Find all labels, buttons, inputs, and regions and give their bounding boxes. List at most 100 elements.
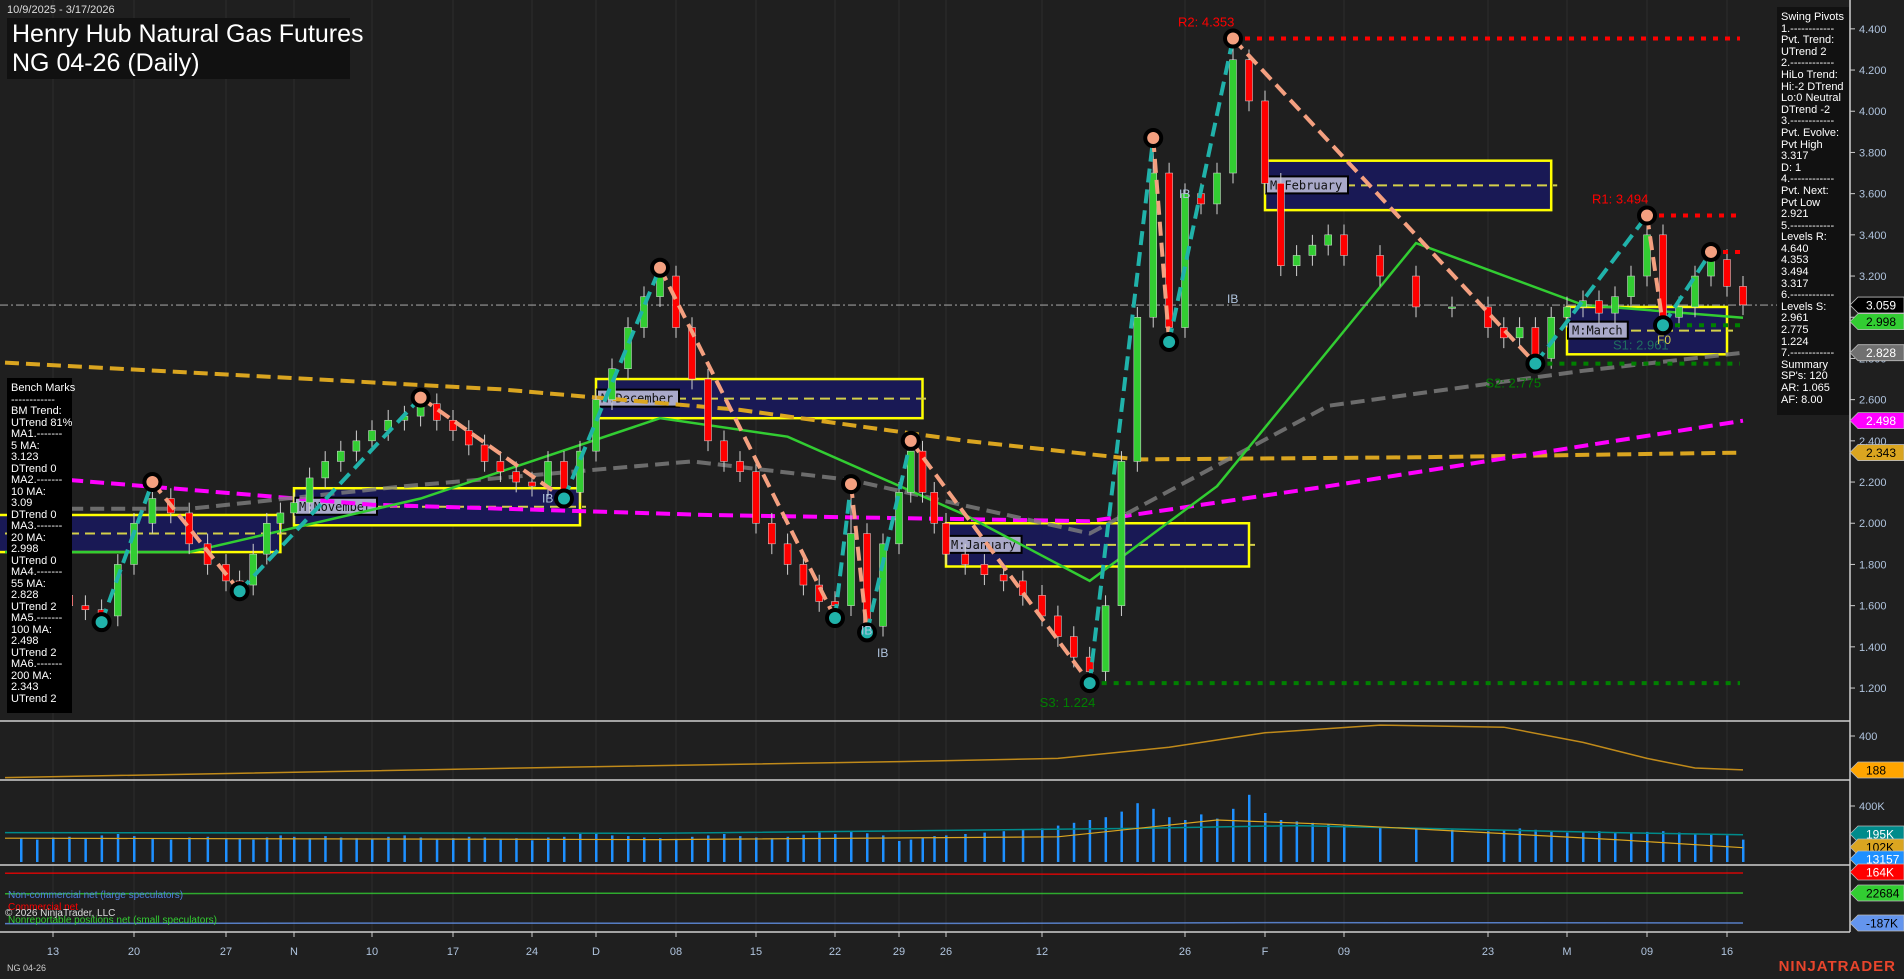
price-chart[interactable]: 13 20 27 N 10 17 24 D 08 15 22 29 26 12 26 F 09 23 M 09 16 1.… [0, 0, 1904, 979]
x-tick-label: 10 [366, 946, 378, 958]
volume-bar [206, 836, 210, 862]
annotation-label: IB [861, 623, 872, 637]
ma-value-tag: 2.828 [1849, 344, 1904, 362]
annotation-label: IB [1227, 292, 1238, 306]
volume-bar [1726, 835, 1729, 862]
bench-marks-line: 2.498 [11, 635, 39, 647]
y-tick-label: 1.400 [1859, 642, 1887, 654]
candle-body [368, 430, 376, 442]
candle-body [528, 481, 536, 487]
candle-body [1070, 636, 1078, 658]
volume-bar [1041, 828, 1044, 862]
x-tick-label: D [592, 946, 600, 958]
y-tick-label: 1.800 [1859, 559, 1887, 571]
candle-body [999, 574, 1008, 582]
x-tick-label: F [1262, 946, 1269, 958]
bench-marks-line: MA6.------- [11, 658, 63, 670]
candle-body [81, 605, 90, 611]
ma-value-tag-text: 2.828 [1866, 346, 1896, 360]
volume-bar [1614, 832, 1617, 862]
x-tick-label: 13 [47, 946, 59, 958]
volume-tick-label: 400K [1859, 801, 1885, 813]
zone-label-text: M:March [1572, 324, 1623, 338]
volume-bar [850, 831, 853, 862]
bench-marks-line: MA1.------- [11, 428, 63, 440]
cot-value-tag-text: 164K [1866, 866, 1894, 880]
oscillator-value-tag: 188 [1849, 761, 1904, 779]
candle-body [249, 553, 257, 586]
volume-bar [1451, 829, 1454, 862]
candle-body [1133, 316, 1142, 462]
cot-line [4, 892, 1744, 895]
volume-bar [770, 838, 774, 862]
volume-bar [675, 838, 678, 862]
volume-bar [483, 837, 487, 862]
x-tick-label: M [1562, 946, 1571, 958]
swing-pivots-line: Pvt. Next: [1781, 184, 1829, 197]
candle-body [930, 492, 938, 524]
volume-bar [1056, 825, 1060, 862]
volume-bar [36, 839, 39, 862]
volume-bar [1662, 831, 1665, 862]
cot-value-tag: 164K [1849, 863, 1904, 881]
ma-value-tag-text: 2.343 [1866, 446, 1896, 460]
cot-value-tag: -187K [1849, 914, 1904, 932]
candle-body [1376, 255, 1384, 277]
swing-pivots-line: 3.317 [1781, 150, 1809, 163]
candle-body [1739, 286, 1747, 306]
candle-body [1723, 259, 1731, 287]
volume-bar [1295, 821, 1299, 862]
candle-body [942, 522, 950, 555]
volume-bar [1502, 829, 1506, 862]
y-tick-label: 3.600 [1859, 189, 1887, 201]
candle-body [130, 522, 138, 565]
volume-bar [1598, 831, 1601, 862]
volume-bar [1104, 817, 1108, 862]
volume-bar [1088, 820, 1092, 862]
zone-label: M:March [1567, 320, 1629, 340]
volume-bar [1120, 811, 1123, 862]
candle-body [276, 512, 285, 524]
pivot-high-marker [142, 472, 163, 493]
volume-bar [1002, 831, 1006, 862]
ma-value-tag: 2.343 [1849, 444, 1904, 461]
volume-bar [1248, 794, 1251, 862]
bench-marks-line: MA5.------- [11, 612, 63, 624]
x-tick-label: 26 [940, 946, 952, 958]
last-price-tag: 3.059 [1849, 296, 1904, 314]
title-box: Henry Hub Natural Gas Futures NG 04-26 (… [7, 18, 364, 79]
bench-marks-panel: Bench Marks ------------ BM Trend: UTrend 8… [7, 378, 76, 713]
swing-pivots-line: HiLo Trend: [1781, 68, 1838, 81]
volume-bar [52, 837, 55, 862]
bench-marks-line: Bench Marks [11, 382, 76, 394]
pivot-low-marker [1525, 353, 1546, 374]
oscillator-value-tag-text: 188 [1866, 764, 1886, 778]
volume-bar [739, 836, 742, 862]
volume-bar [818, 832, 821, 862]
y-tick-label: 3.200 [1859, 271, 1887, 283]
volume-bar [435, 839, 439, 862]
x-tick-label: 22 [829, 946, 841, 958]
volume-bar [595, 832, 598, 862]
candle-body [1277, 183, 1285, 266]
volume-bar [563, 836, 566, 862]
cot-line [4, 921, 1744, 925]
candle-body [656, 275, 664, 297]
x-tick-label: 08 [670, 946, 682, 958]
candle-body [512, 471, 520, 483]
candle-body [1292, 255, 1301, 266]
volume-bar [419, 837, 423, 862]
volume-bar [1168, 817, 1171, 862]
volume-bar [133, 836, 136, 862]
bench-marks-line: MA4.------- [11, 566, 63, 578]
swing-pivots-panel: Swing Pivots 1.------------ Pvt. Trend: UTr… [1777, 7, 1849, 415]
volume-bar [1415, 828, 1418, 862]
bench-marks-line: 3.09 [11, 497, 33, 509]
y-tick-label: 2.200 [1859, 477, 1887, 489]
volume-bar [265, 837, 269, 862]
candle-body [1261, 100, 1269, 184]
candle-body [1181, 193, 1189, 328]
candle-body [768, 522, 776, 545]
pivot-high-marker [841, 474, 861, 495]
candle-body [1448, 306, 1456, 309]
